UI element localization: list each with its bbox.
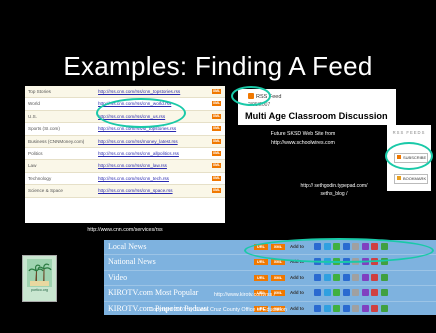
bloglines-icon[interactable] — [333, 289, 340, 297]
netvibes-icon[interactable] — [361, 273, 369, 281]
feed-category: Law — [28, 163, 37, 169]
sethgodin-caption: http:// sethgodin.typepad.com/ seths_blo… — [276, 182, 392, 198]
us-feed-highlight — [96, 98, 186, 128]
cnn-caption: http://www.cnn.com/services/rss — [87, 227, 163, 233]
url-button[interactable]: URL — [254, 274, 268, 281]
more-icon[interactable] — [352, 289, 359, 297]
feed-name[interactable]: Local News — [108, 242, 146, 251]
rss-feed-highlight — [231, 86, 271, 106]
table-row: Science & Space http://rss.cnn.com/rss/cn… — [25, 185, 225, 198]
live-icon[interactable] — [380, 289, 388, 297]
xml-badge[interactable]: XML — [212, 138, 221, 144]
add-to-label: Add to — [290, 290, 304, 296]
slide-title: Examples: Finding A Feed — [63, 51, 373, 81]
feed-category: Politics — [28, 150, 43, 156]
feed-name[interactable]: National News — [108, 257, 156, 266]
google-icon[interactable] — [314, 273, 321, 281]
xml-badge[interactable]: XML — [212, 163, 221, 169]
netvibes-icon[interactable] — [361, 289, 369, 297]
url-button[interactable]: URL — [254, 259, 268, 266]
add-to-label: Add to — [290, 274, 304, 280]
feed-url-link[interactable]: http://rss.cnn.com/rss/cnn_space.rss — [98, 185, 173, 196]
copyright-text: Copyright 2007 by Santa Cruz County Offi… — [149, 307, 287, 313]
feed-url-link[interactable]: http://rss.cnn.com/rss/money_latest.rss — [98, 136, 178, 147]
newsgator-icon[interactable] — [342, 273, 350, 281]
sksd-caption: Future SKSD Web Site from http://www.sch… — [238, 130, 368, 148]
yahoo-icon[interactable] — [323, 289, 331, 297]
feed-name[interactable]: Video — [108, 273, 127, 282]
google-icon[interactable] — [314, 289, 321, 297]
xml-badge[interactable]: XML — [212, 101, 221, 107]
feed-url-link[interactable]: http://rss.cnn.com/rss/cnn_allpolitics.r… — [98, 148, 179, 159]
feed-category: Technology — [28, 175, 52, 181]
table-row: Technology http://rss.cnn.com/rss/cnn_tec… — [25, 173, 225, 186]
table-row: Law http://rss.cnn.com/rss/cnn_law.rss XML — [25, 160, 225, 173]
kirotv-caption: http://www.kirotv.com/rss / — [214, 292, 276, 298]
bloglines-icon[interactable] — [333, 273, 340, 281]
feed-category: Science & Space — [28, 188, 63, 194]
feed-category: World — [28, 101, 40, 107]
sksd-caption-line1: Future SKSD Web Site from — [270, 131, 336, 137]
rss-feeds-label: RSS FEEDS — [392, 130, 426, 135]
xml-badge[interactable]: XML — [212, 188, 221, 194]
yahoo-icon[interactable] — [323, 273, 331, 281]
feed-url-link[interactable]: http://rss.cnn.com/rss/cnn_law.rss — [98, 160, 167, 171]
sethgodin-caption-line2: seths_blog / — [320, 191, 348, 197]
table-row: Business (CNNMoney.com) http://rss.cnn.co… — [25, 135, 225, 148]
aol-icon[interactable] — [371, 273, 378, 281]
feed-url-link[interactable]: http://rss.cnn.com/rss/cnn_topstories.rs… — [98, 86, 180, 97]
subscribe-highlight — [385, 142, 433, 170]
feed-category: Business (CNNMoney.com) — [28, 138, 85, 144]
xml-badge[interactable]: XML — [212, 150, 221, 156]
feed-url-link[interactable]: http://rss.cnn.com/rss/cnn_tech.rss — [98, 173, 169, 184]
bookmark-icon — [397, 176, 401, 180]
palm-tree-icon — [27, 259, 52, 287]
more-icon[interactable] — [352, 273, 359, 281]
portico-logo: portico.org — [22, 255, 57, 302]
bookmark-label: BOOKMARK — [403, 176, 427, 181]
sethgodin-caption-line1: http:// sethgodin.typepad.com/ — [300, 183, 368, 189]
xml-button[interactable]: XML — [271, 274, 285, 281]
post-headline[interactable]: Multi Age Classroom Discussion — [245, 111, 388, 121]
feed-category: Sports (SI.com) — [28, 126, 60, 132]
xml-badge[interactable]: XML — [212, 113, 221, 119]
newsgator-icon[interactable] — [342, 289, 350, 297]
list-item: Video URL XML Add to — [104, 271, 436, 287]
feed-name[interactable]: KIROTV.com Most Popular — [108, 288, 198, 297]
xml-badge[interactable]: XML — [212, 175, 221, 181]
live-icon[interactable] — [380, 273, 388, 281]
xml-badge[interactable]: XML — [212, 126, 221, 132]
feed-category: Top Stories — [28, 89, 51, 94]
feed-category: U.S. — [28, 113, 37, 119]
bookmark-button[interactable]: BOOKMARK — [394, 174, 428, 184]
local-news-highlight — [244, 238, 434, 263]
table-row: Top Stories http://rss.cnn.com/rss/cnn_to… — [25, 86, 225, 99]
xml-badge[interactable]: XML — [212, 89, 221, 94]
sksd-caption-line2: http://www.schoolwires.com — [271, 140, 335, 146]
table-row: Politics http://rss.cnn.com/rss/cnn_allpo… — [25, 148, 225, 161]
aol-icon[interactable] — [371, 289, 378, 297]
logo-text: portico.org — [31, 288, 48, 292]
